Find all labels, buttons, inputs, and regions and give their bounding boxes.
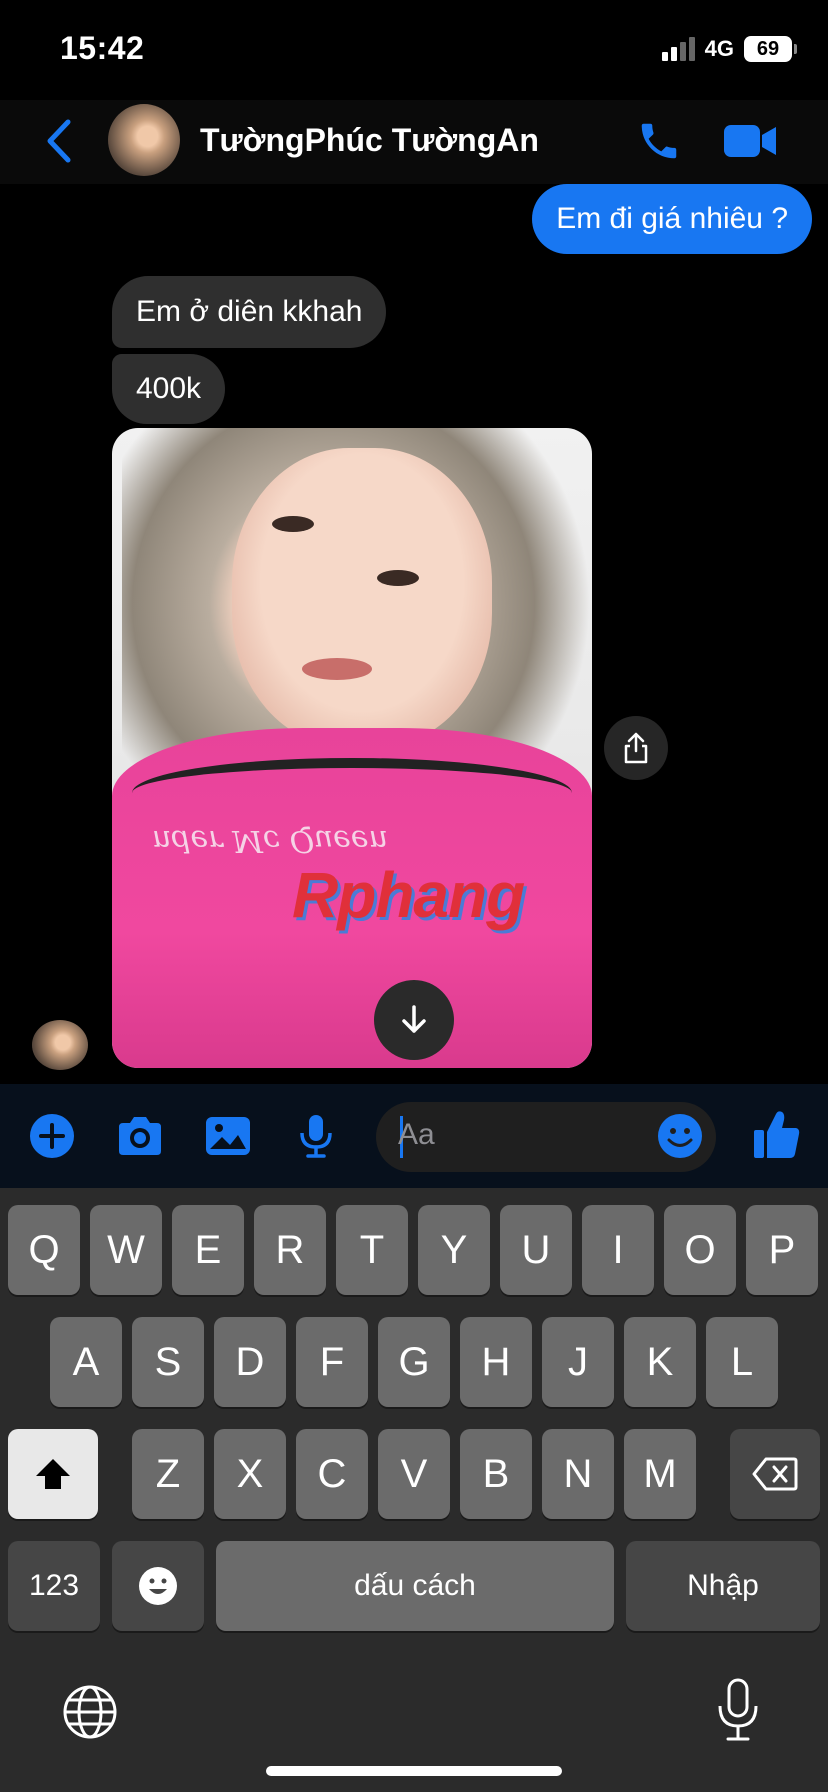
emoji-face-icon <box>139 1567 177 1605</box>
share-icon <box>624 732 648 764</box>
numbers-key[interactable]: 123 <box>8 1541 100 1631</box>
dictation-button[interactable] <box>716 1678 760 1742</box>
backspace-key[interactable] <box>730 1429 820 1519</box>
shift-key[interactable] <box>8 1429 98 1519</box>
video-call-button[interactable] <box>722 121 778 161</box>
globe-icon <box>63 1685 117 1739</box>
key-e[interactable]: E <box>172 1205 244 1295</box>
key-h[interactable]: H <box>460 1317 532 1407</box>
key-o[interactable]: O <box>664 1205 736 1295</box>
key-f[interactable]: F <box>296 1317 368 1407</box>
space-key[interactable]: dấu cách <box>216 1541 614 1631</box>
key-p[interactable]: P <box>746 1205 818 1295</box>
thumbs-up-icon <box>754 1111 800 1158</box>
gallery-button[interactable] <box>202 1110 254 1162</box>
key-l[interactable]: L <box>706 1317 778 1407</box>
photo-eye <box>272 516 314 532</box>
photo-mouth <box>302 658 372 680</box>
key-c[interactable]: C <box>296 1429 368 1519</box>
key-t[interactable]: T <box>336 1205 408 1295</box>
key-y[interactable]: Y <box>418 1205 490 1295</box>
key-w[interactable]: W <box>90 1205 162 1295</box>
key-n[interactable]: N <box>542 1429 614 1519</box>
video-camera-icon <box>724 125 776 157</box>
phone-icon <box>641 123 677 159</box>
battery-icon: 69 <box>744 36 797 62</box>
chevron-left-icon <box>47 119 71 163</box>
photo-collar <box>132 758 572 828</box>
image-watermark: Rphang <box>292 859 525 931</box>
network-type: 4G <box>704 36 734 61</box>
plus-circle-icon <box>30 1114 74 1158</box>
status-time: 15:42 <box>60 30 145 66</box>
key-q[interactable]: Q <box>8 1205 80 1295</box>
camera-button[interactable] <box>114 1110 166 1162</box>
key-z[interactable]: Z <box>132 1429 204 1519</box>
key-b[interactable]: B <box>460 1429 532 1519</box>
sender-avatar[interactable] <box>32 1020 88 1070</box>
battery-level: 69 <box>756 37 780 60</box>
key-j[interactable]: J <box>542 1317 614 1407</box>
return-key[interactable]: Nhập <box>626 1541 820 1631</box>
home-indicator[interactable] <box>266 1766 562 1776</box>
more-actions-button[interactable] <box>26 1110 78 1162</box>
smiley-icon <box>658 1114 702 1158</box>
incoming-message[interactable]: 400k <box>112 354 226 424</box>
microphone-icon <box>300 1115 332 1158</box>
backspace-icon <box>752 1457 798 1491</box>
key-a[interactable]: A <box>50 1317 122 1407</box>
key-i[interactable]: I <box>582 1205 654 1295</box>
download-button[interactable] <box>374 980 454 1060</box>
key-v[interactable]: V <box>378 1429 450 1519</box>
image-icon <box>206 1117 250 1155</box>
like-button[interactable] <box>750 1106 804 1162</box>
shift-arrow-icon <box>36 1459 70 1489</box>
key-s[interactable]: S <box>132 1317 204 1407</box>
voice-message-button[interactable] <box>290 1110 342 1162</box>
share-button[interactable] <box>604 716 668 780</box>
back-button[interactable] <box>40 118 80 164</box>
photo-shirt-text: nder Mc Queen <box>152 823 388 858</box>
camera-icon <box>119 1117 161 1155</box>
image-attachment[interactable]: nder Mc Queen Rphang <box>112 428 592 1068</box>
photo-eye <box>377 570 419 586</box>
contact-avatar[interactable] <box>108 104 180 176</box>
emoji-button[interactable] <box>656 1112 704 1160</box>
key-k[interactable]: K <box>624 1317 696 1407</box>
incoming-message[interactable]: Em ở diên kkhah <box>112 276 387 348</box>
voice-call-button[interactable] <box>636 118 682 164</box>
status-indicators: 4G 69 <box>661 36 797 62</box>
key-u[interactable]: U <box>500 1205 572 1295</box>
dictation-mic-icon <box>718 1678 758 1741</box>
key-x[interactable]: X <box>214 1429 286 1519</box>
signal-icon <box>661 37 695 61</box>
key-m[interactable]: M <box>624 1429 696 1519</box>
message-input-placeholder: Aa <box>398 1118 435 1151</box>
emoji-key[interactable] <box>112 1541 204 1631</box>
key-r[interactable]: R <box>254 1205 326 1295</box>
photo-face <box>232 448 492 748</box>
key-d[interactable]: D <box>214 1317 286 1407</box>
outgoing-message[interactable]: Em đi giá nhiêu ? <box>532 184 812 254</box>
globe-button[interactable] <box>62 1684 118 1740</box>
key-g[interactable]: G <box>378 1317 450 1407</box>
download-arrow-icon <box>402 1005 426 1033</box>
contact-name[interactable]: TườngPhúc TườngAn <box>200 122 539 159</box>
